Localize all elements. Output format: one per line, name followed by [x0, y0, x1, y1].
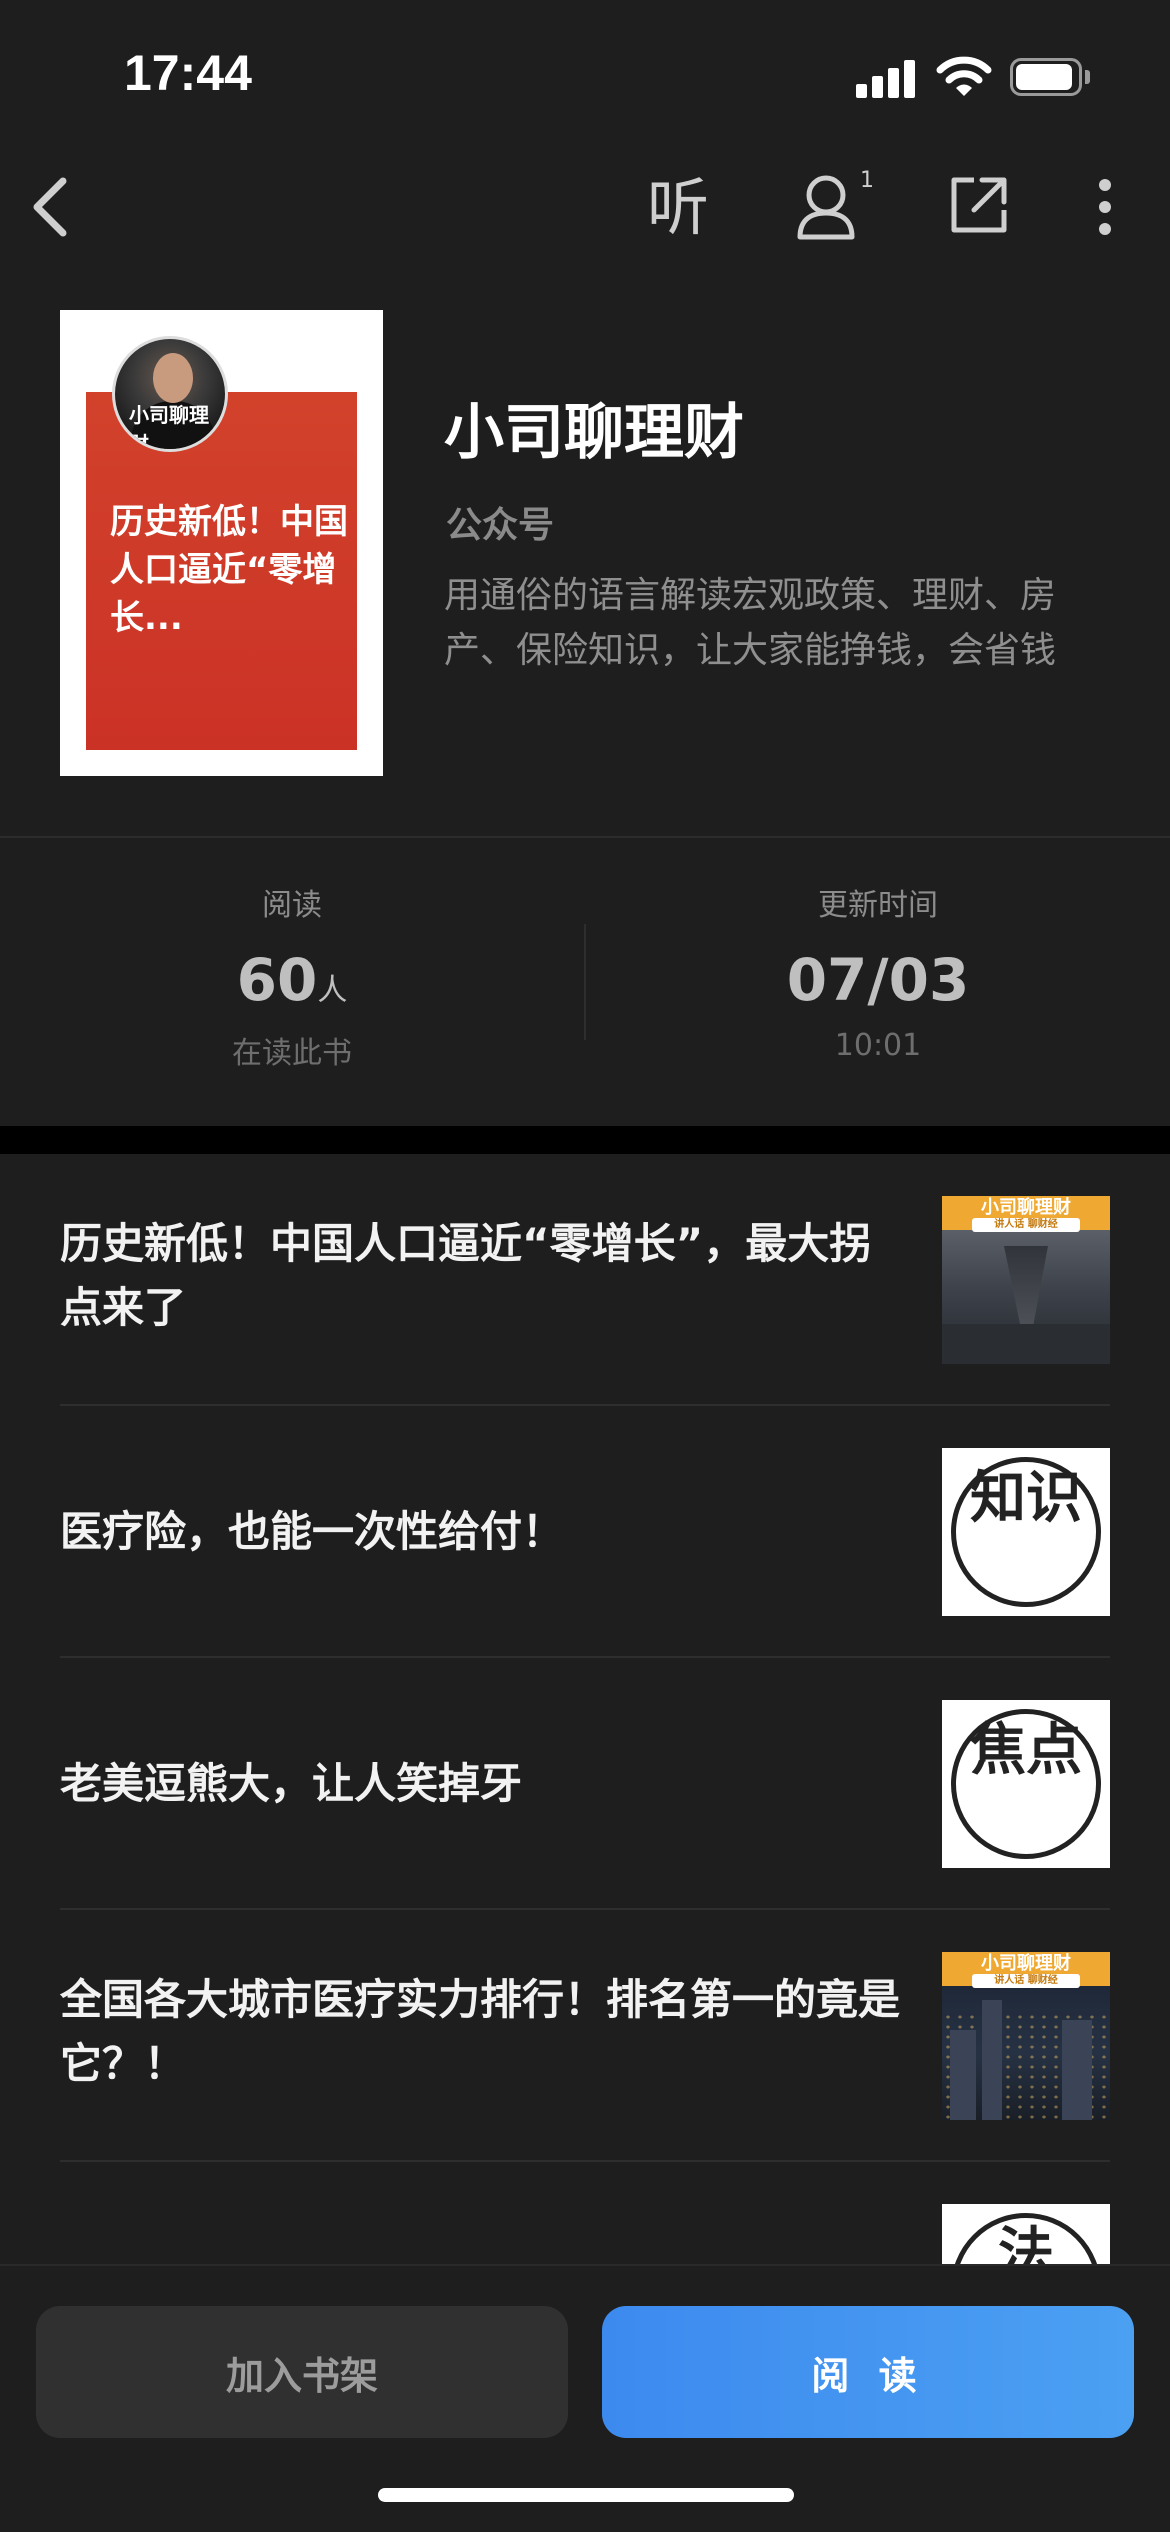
- stat-divider: [584, 924, 586, 1040]
- divider: [0, 836, 1170, 838]
- user-icon: [797, 175, 855, 240]
- article-thumbnail: 小司聊理财 讲人话 聊财经: [942, 1196, 1110, 1364]
- home-indicator[interactable]: [378, 2488, 794, 2502]
- updated-label: 更新时间: [818, 888, 938, 923]
- list-item[interactable]: 老美逗熊大，让人笑掉牙 焦点: [60, 1658, 1110, 1910]
- reading-sub: 在读此书: [232, 1036, 352, 1071]
- share-button[interactable]: [944, 170, 1014, 240]
- reading-count: 60人: [236, 946, 348, 1014]
- wifi-icon: [936, 56, 992, 96]
- book-cover[interactable]: 小司聊理财 历史新低！中国人口逼近“零增长...: [60, 310, 383, 776]
- battery-icon: [1010, 58, 1090, 96]
- list-item[interactable]: 医疗险，也能一次性给付！ 知识: [60, 1406, 1110, 1658]
- listen-button[interactable]: 听: [640, 170, 716, 246]
- cover-logo: 小司聊理财: [129, 403, 209, 452]
- updated-date: 07/03: [786, 946, 970, 1014]
- updated-stat: 更新时间 07/03 10:01: [678, 880, 1078, 1063]
- nav-bar: 听 1: [0, 150, 1170, 270]
- stamp-text: 知识: [970, 1465, 1082, 1531]
- cellular-signal-icon: [856, 58, 916, 98]
- updated-time: 10:01: [834, 1028, 922, 1063]
- cover-avatar: 小司聊理财: [112, 336, 228, 452]
- list-item[interactable]: 历史新低！中国人口逼近“零增长”，最大拐点来了 小司聊理财 讲人话 聊财经: [60, 1154, 1110, 1406]
- article-thumbnail: 知识: [942, 1448, 1110, 1616]
- book-title: 小司聊理财: [444, 398, 744, 468]
- article-list[interactable]: 历史新低！中国人口逼近“零增长”，最大拐点来了 小司聊理财 讲人话 聊财经 医疗险…: [0, 1154, 1170, 2264]
- book-type: 公众号: [446, 504, 555, 546]
- list-item[interactable]: 法: [60, 2162, 1110, 2264]
- article-thumbnail: 法: [942, 2204, 1110, 2264]
- reading-label: 阅读: [262, 888, 322, 923]
- book-description: 用通俗的语言解读宏观政策、理财、房产、保险知识，让大家能挣钱，会省钱: [444, 575, 1057, 671]
- article-thumbnail: 焦点: [942, 1700, 1110, 1868]
- share-external-icon: [951, 177, 1007, 233]
- more-button[interactable]: [1080, 172, 1130, 242]
- article-thumbnail: 小司聊理财 讲人话 聊财经: [942, 1952, 1110, 2120]
- more-vertical-icon: [1099, 179, 1111, 235]
- reading-stat[interactable]: 阅读 60人 在读此书: [92, 880, 492, 1072]
- status-time: 17:44: [124, 45, 252, 101]
- add-to-shelf-button[interactable]: 加入书架: [36, 2306, 568, 2438]
- article-title: 全国各大城市医疗实力排行！排名第一的竟是它？！: [60, 1975, 901, 2088]
- readers-button[interactable]: 1: [788, 168, 874, 248]
- article-title: 老美逗熊大，让人笑掉牙: [60, 1759, 523, 1808]
- section-divider: [0, 1126, 1170, 1154]
- user-count-badge: 1: [860, 168, 874, 193]
- stamp-text: 法: [998, 2221, 1054, 2264]
- back-button[interactable]: [14, 172, 84, 242]
- stamp-text: 焦点: [970, 1717, 1082, 1783]
- thumb-banner: 小司聊理财 讲人话 聊财经: [942, 1952, 1110, 1988]
- article-title: 历史新低！中国人口逼近“零增长”，最大拐点来了: [60, 1219, 872, 1332]
- chevron-left-icon: [33, 177, 67, 237]
- listen-icon: 听: [646, 171, 709, 244]
- list-item[interactable]: 全国各大城市医疗实力排行！排名第一的竟是它？！ 小司聊理财 讲人话 聊财经: [60, 1910, 1110, 2162]
- article-title: 医疗险，也能一次性给付！: [60, 1507, 565, 1556]
- reading-unit: 人: [317, 973, 348, 1008]
- thumb-banner: 小司聊理财 讲人话 聊财经: [942, 1196, 1110, 1232]
- status-bar: 17:44: [0, 0, 1170, 150]
- cover-headline: 历史新低！中国人口逼近“零增长...: [110, 502, 348, 638]
- read-button[interactable]: 阅 读: [602, 2306, 1134, 2438]
